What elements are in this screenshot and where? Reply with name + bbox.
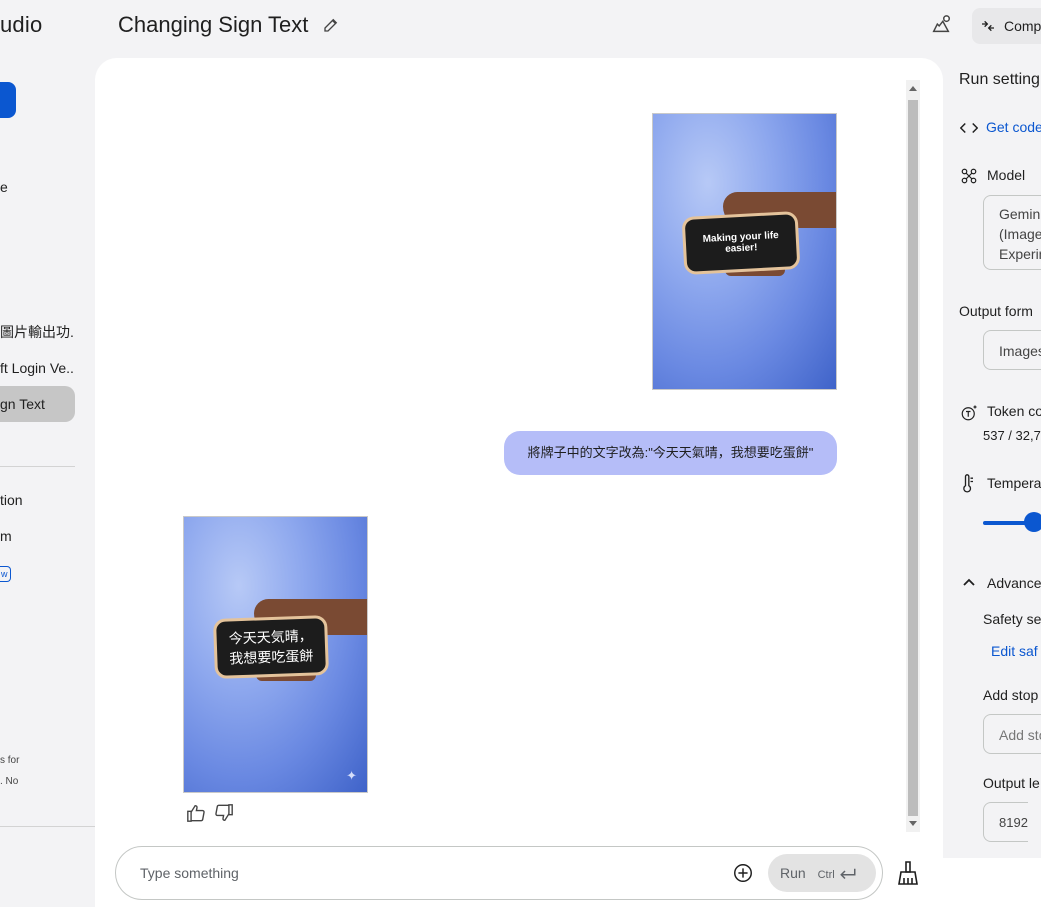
stop-sequence-label: Add stop [983,687,1039,703]
temperature-label: Tempera [987,475,1041,491]
scroll-down-arrow-icon[interactable] [909,821,917,826]
sidebar-bottom-divider [0,826,95,827]
sign-text-line1: 今天天気晴， [228,627,313,647]
output-format-select[interactable]: Images [983,330,1041,370]
advanced-settings-toggle[interactable]: Advance [987,575,1041,591]
run-settings-title: Run setting [959,71,1040,88]
user-uploaded-image[interactable]: Making your life easier! [652,113,837,390]
token-count-label: Token co [987,403,1041,419]
run-settings-panel: Run setting Get code Model Gemini (Image… [943,58,1041,858]
sidebar-note-line2: . No [0,776,19,787]
model-icon [961,168,977,184]
run-shortcut: Ctrl [817,869,835,881]
add-circle-icon[interactable] [732,862,754,884]
run-button[interactable]: Run Ctrl [768,854,876,892]
sidebar-note-line1: s for [0,755,20,766]
sign-board: 今天天気晴， 我想要吃蛋餅 [212,615,330,679]
sidebar-item-tion[interactable]: tion [0,492,23,508]
model-value-line1: Gemini [999,206,1041,222]
history-item[interactable]: ft Login Ve... [0,350,75,386]
compare-arrows-icon [982,20,994,32]
thumbs-down-icon[interactable] [214,804,234,822]
get-code-link[interactable]: Get code [986,119,1041,135]
new-badge: w [0,566,11,582]
pencil-icon[interactable] [322,16,340,34]
scrollbar-thumb[interactable] [908,100,918,816]
run-label: Run [780,865,806,881]
model-value-line2: (Image [999,226,1041,242]
temperature-slider-knob[interactable] [1024,512,1041,532]
code-icon [960,122,978,134]
generated-image[interactable]: 今天天気晴， 我想要吃蛋餅 ✦ [183,516,368,793]
safety-settings-label: Safety se [983,611,1041,627]
model-selector[interactable]: Gemini (Image Experin [983,195,1041,270]
history-item-active[interactable]: gn Text [0,386,75,422]
sparkle-icon: ✦ [346,768,357,783]
output-format-label: Output form [959,303,1033,319]
edit-safety-settings-link[interactable]: Edit saf [991,643,1038,659]
clear-chat-broom-icon[interactable] [896,860,920,886]
prompt-input-container: Run Ctrl [115,846,883,900]
output-length-label: Output le [983,775,1040,791]
chat-scrollbar[interactable] [906,80,920,832]
app-brand: udio [0,12,43,37]
prompt-input[interactable] [140,847,700,899]
sidebar-item-e[interactable]: e [0,179,8,195]
sign-text: Making your life easier! [702,230,780,255]
page-title: Changing Sign Text [118,12,309,37]
compare-button[interactable]: Comp [972,8,1041,44]
chevron-up-icon[interactable] [963,578,975,586]
thumbs-up-icon[interactable] [186,804,206,822]
compare-label: Comp [1004,18,1041,34]
output-length-input[interactable]: 8192 [983,802,1028,842]
enter-key-icon [839,869,856,880]
history-item[interactable]: 圖片輸出功... [0,314,75,350]
sidebar-item-m[interactable]: m [0,528,12,544]
user-message: 將牌子中的文字改為:"今天天氣晴，我想要吃蛋餅" [504,431,837,475]
model-value-line3: Experin [999,246,1041,262]
thermometer-icon [963,474,973,493]
chat-panel: Making your life easier! 將牌子中的文字改為:"今天天氣… [95,58,943,907]
model-label: Model [987,167,1026,183]
left-sidebar: udio e 圖片輸出功... ft Login Ve... gn Text t… [0,0,95,907]
sign-text-line2: 我想要吃蛋餅 [229,647,314,667]
compare-model-icon[interactable] [930,14,952,36]
stop-sequence-input[interactable]: Add sto [983,714,1041,754]
new-prompt-button[interactable] [0,82,16,118]
settings-bottom-band [943,858,1041,907]
token-count-value: 537 / 32,7 [983,428,1041,443]
token-count-icon [961,405,977,421]
scroll-up-arrow-icon[interactable] [909,86,917,91]
sidebar-divider [0,466,75,467]
sign-board: Making your life easier! [681,211,801,275]
